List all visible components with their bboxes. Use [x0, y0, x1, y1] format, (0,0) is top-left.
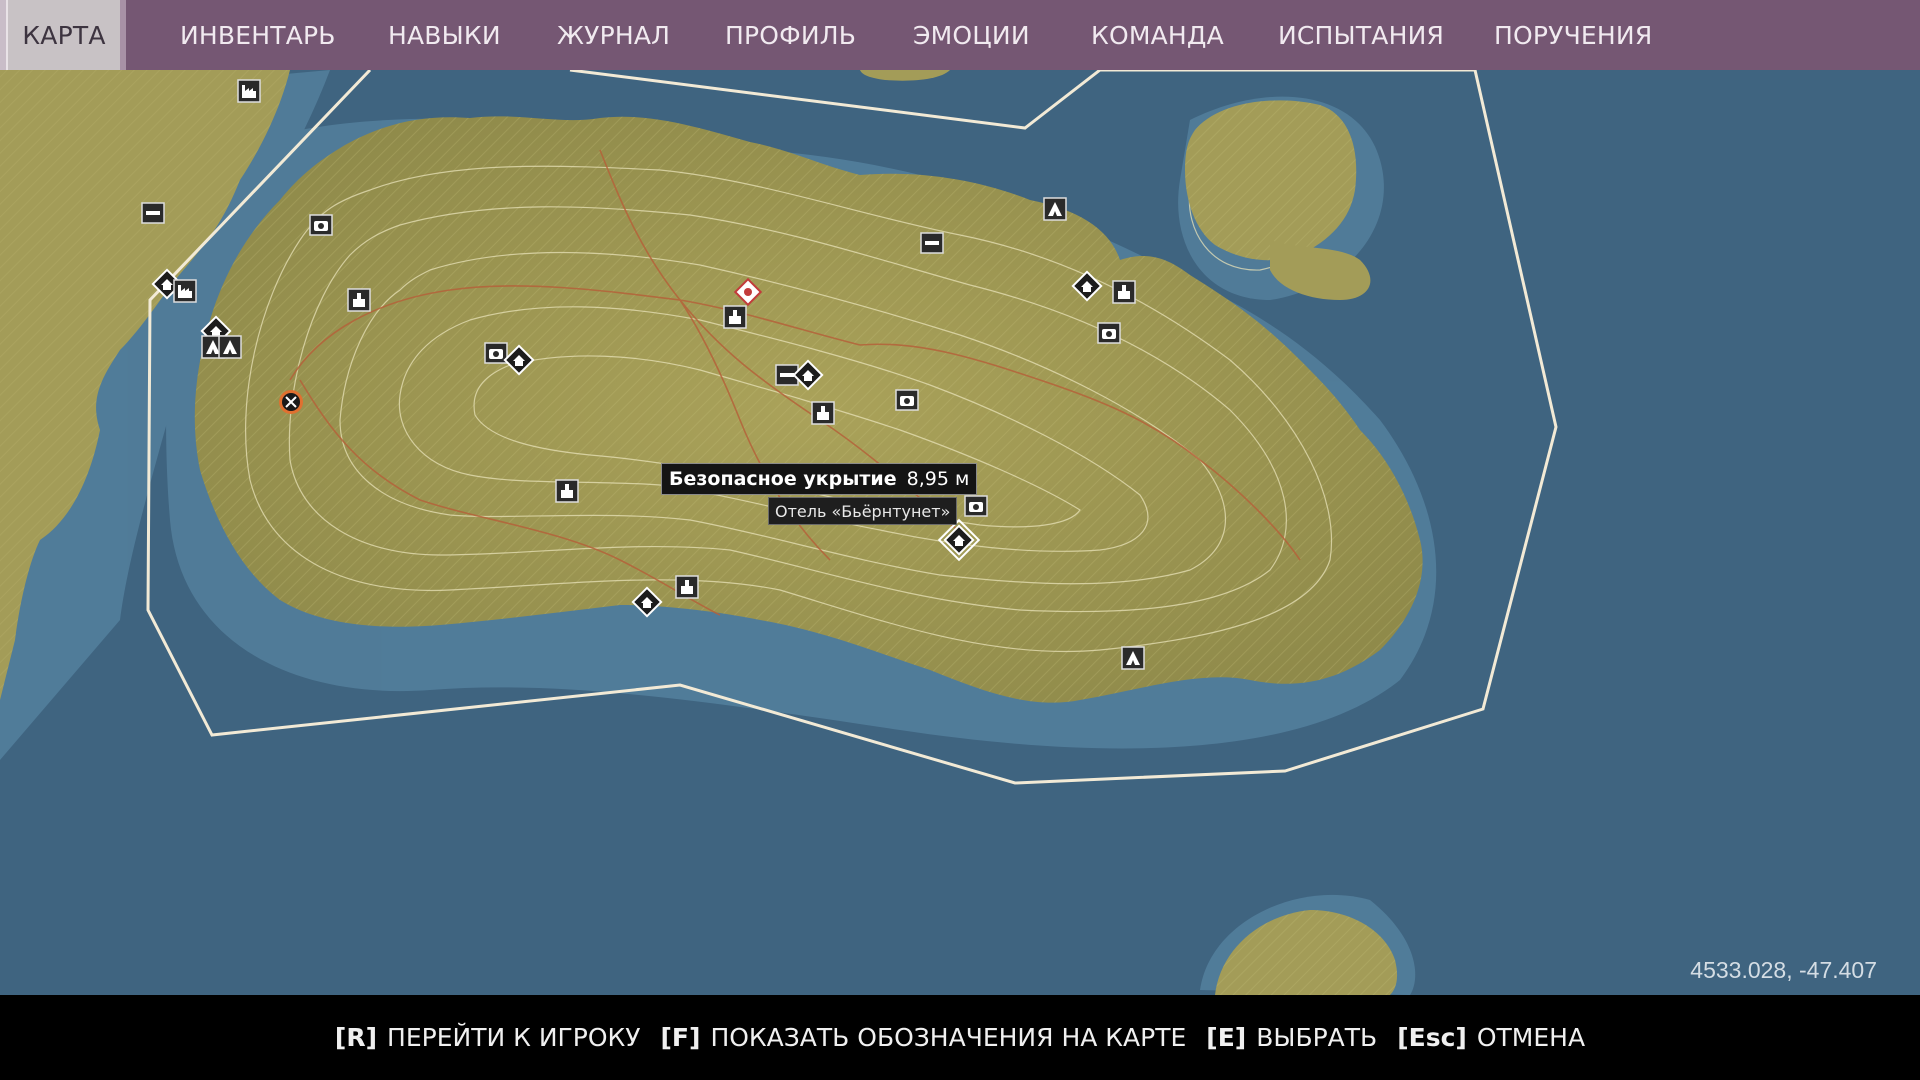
camera-icon[interactable] — [1097, 322, 1121, 344]
bottom-hint-bar: [R] ПЕРЕЙТИ К ИГРОКУ [F] ПОКАЗАТЬ ОБОЗНАЧЕ… — [0, 995, 1920, 1080]
hint-go-to-player[interactable]: [R] ПЕРЕЙТИ К ИГРОКУ — [335, 1023, 641, 1052]
tab-contracts[interactable]: ПОРУЧЕНИЯ — [1494, 0, 1652, 70]
tooltip-location-label: Отель «Бьёрнтунет» — [775, 501, 951, 521]
hint-key: [Esc] — [1397, 1023, 1467, 1052]
tab-skills[interactable]: НАВЫКИ — [388, 0, 501, 70]
tab-skills-label: НАВЫКИ — [388, 20, 501, 50]
world-map[interactable] — [0, 70, 1920, 995]
hint-select[interactable]: [E] ВЫБРАТЬ — [1206, 1023, 1377, 1052]
tab-team[interactable]: КОМАНДА — [1091, 0, 1224, 70]
tab-team-label: КОМАНДА — [1091, 20, 1224, 50]
hint-label: ПОКАЗАТЬ ОБОЗНАЧЕНИЯ НА КАРТЕ — [710, 1023, 1187, 1052]
church-icon[interactable] — [811, 401, 835, 425]
tooltip-location: Отель «Бьёрнтунет» — [768, 497, 958, 525]
tooltip-title: Безопасное укрытие — [669, 468, 897, 490]
camera-icon[interactable] — [895, 389, 919, 411]
church-icon[interactable] — [555, 479, 579, 503]
tooltip-distance: 8,95 м — [906, 468, 970, 490]
hint-key: [F] — [660, 1023, 701, 1052]
top-navigation: КАРТА ИНВЕНТАРЬ НАВЫКИ ЖУРНАЛ ПРОФИЛЬ ЭМ… — [0, 0, 1920, 70]
map-coordinates: 4533.028, -47.407 — [1690, 957, 1877, 983]
hint-label: ПЕРЕЙТИ К ИГРОКУ — [387, 1023, 641, 1052]
church-icon[interactable] — [1112, 280, 1136, 304]
tab-map-label: КАРТА — [22, 20, 106, 50]
church-icon[interactable] — [347, 288, 371, 312]
tab-journal[interactable]: ЖУРНАЛ — [557, 0, 670, 70]
tab-profile-label: ПРОФИЛЬ — [725, 20, 857, 50]
camera-icon[interactable] — [309, 214, 333, 236]
tent-icon[interactable] — [218, 335, 242, 359]
church-icon[interactable] — [723, 305, 747, 329]
tab-profile[interactable]: ПРОФИЛЬ — [725, 0, 856, 70]
tab-emotes-label: ЭМОЦИИ — [913, 20, 1030, 50]
factory-icon[interactable] — [237, 79, 261, 103]
hint-key: [R] — [334, 1023, 378, 1052]
tab-inventory[interactable]: ИНВЕНТАРЬ — [180, 0, 336, 70]
bunker-icon[interactable] — [920, 232, 944, 254]
tab-emotes[interactable]: ЭМОЦИИ — [913, 0, 1030, 70]
hint-key: [E] — [1206, 1023, 1247, 1052]
tab-map[interactable]: КАРТА — [6, 0, 126, 70]
bunker-icon[interactable] — [141, 202, 165, 224]
map-tooltip: Безопасное укрытие 8,95 м — [661, 463, 978, 495]
tab-journal-label: ЖУРНАЛ — [557, 20, 671, 50]
hint-label: ВЫБРАТЬ — [1256, 1023, 1378, 1052]
tab-challenges[interactable]: ИСПЫТАНИЯ — [1278, 0, 1444, 70]
church-icon[interactable] — [675, 575, 699, 599]
tab-contracts-label: ПОРУЧЕНИЯ — [1494, 20, 1653, 50]
tent-icon[interactable] — [1121, 646, 1145, 670]
factory-icon[interactable] — [173, 279, 197, 303]
hint-show-legend[interactable]: [F] ПОКАЗАТЬ ОБОЗНАЧЕНИЯ НА КАРТЕ — [661, 1023, 1187, 1052]
hint-cancel[interactable]: [Esc] ОТМЕНА — [1397, 1023, 1585, 1052]
tent-icon[interactable] — [1043, 197, 1067, 221]
hint-label: ОТМЕНА — [1476, 1023, 1586, 1052]
tab-challenges-label: ИСПЫТАНИЯ — [1278, 20, 1445, 50]
camera-icon[interactable] — [964, 495, 988, 517]
player-marker-icon[interactable] — [279, 390, 303, 414]
tab-inventory-label: ИНВЕНТАРЬ — [180, 20, 336, 50]
